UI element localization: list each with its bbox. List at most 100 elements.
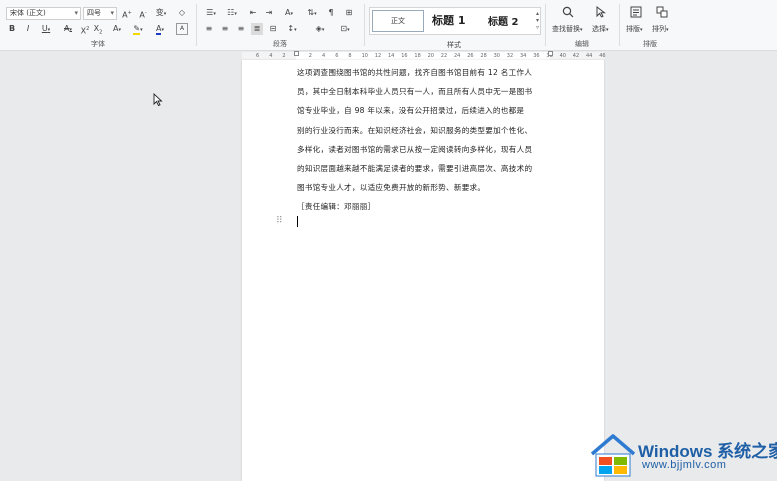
edit-group: 查找替换▾ 选择▾ 编辑	[546, 0, 618, 51]
layout-label: 排版	[626, 25, 640, 33]
styles-scroll-icon[interactable]: ▴ ▾ ▿	[536, 10, 539, 31]
windows-logo-icon	[590, 434, 636, 477]
sort-label: 排列	[652, 25, 666, 33]
superscript-icon[interactable]: X2	[79, 23, 91, 36]
line-spacing-icon[interactable]: ↕▾	[284, 23, 300, 35]
ruler-tick: 42	[572, 53, 580, 59]
mouse-pointer-icon	[153, 92, 163, 109]
ruler-tick: 2	[308, 53, 312, 59]
paragraph-line: 这项调查围绕图书馆的共性问题，找齐自图书馆目前有 12 名工作人	[297, 68, 533, 77]
drag-handle-icon[interactable]: ⠿	[276, 216, 283, 226]
paragraph-line: 馆专业毕业，自 98 年以来，没有公开招录过，后续进入的也都是	[297, 106, 525, 116]
numbered-list-icon[interactable]: ☷▾	[224, 7, 240, 19]
edit-group-label: 编辑	[575, 40, 589, 48]
increase-indent-icon[interactable]: ⇥	[263, 7, 275, 19]
font-size-select[interactable]: 四号 ▾	[83, 7, 117, 20]
ruler-tick: 24	[454, 53, 461, 59]
search-icon[interactable]	[562, 6, 574, 18]
arrange-group: 排版▾ 排列▾ 排版	[620, 0, 680, 51]
underline-icon[interactable]: U▾	[39, 23, 53, 35]
chevron-down-icon: ▾	[110, 9, 114, 17]
find-replace-button[interactable]: 查找替换▾	[552, 24, 583, 34]
chevron-down-icon: ▾	[74, 9, 78, 17]
text-effect-icon[interactable]: A▾	[109, 23, 125, 35]
ruler-tick: 28	[480, 53, 487, 59]
decrease-indent-icon[interactable]: ⇤	[247, 7, 259, 19]
ruler-tick: 34	[520, 53, 527, 59]
ruler-tick: 16	[401, 53, 408, 59]
ruler-tick: 40	[559, 53, 566, 59]
find-replace-label: 查找替换	[552, 25, 580, 33]
font-group-label: 字体	[91, 40, 105, 48]
select-label: 选择	[592, 25, 606, 33]
document-body[interactable]: 这项调查围绕图书馆的共性问题，找齐自图书馆目前有 12 名工作人 员，其中全日制…	[297, 63, 552, 217]
divider	[364, 4, 365, 46]
ruler-tick: 4	[322, 53, 326, 59]
style-normal[interactable]: 正文	[372, 10, 424, 32]
ruler-tick: 6	[256, 53, 260, 59]
font-color-icon[interactable]: A▾	[152, 23, 168, 35]
ruler-tick: 18	[414, 53, 421, 59]
clear-format-icon[interactable]: ◇	[176, 7, 188, 19]
paragraph-line: 多样化，读者对图书馆的需求已从按一定阅读转向多样化，现有人员	[297, 144, 533, 154]
border-icon[interactable]: ⊡▾	[337, 23, 353, 35]
ruler-tick: 26	[467, 53, 474, 59]
paragraph-line: 图书馆专业人才，以适应免费开放的新形势、新要求。	[297, 183, 486, 193]
paragraph-line: 的知识层面越来越不能满足读者的要求，需要引进高层次、高技术的	[297, 163, 533, 173]
ruler-tick: 32	[506, 53, 514, 59]
styles-gallery[interactable]: 正文 标题 1 标题 2 ▴ ▾ ▿	[369, 7, 541, 35]
justify-icon[interactable]: ≣	[251, 23, 263, 35]
styles-group-label: 样式	[447, 41, 461, 49]
left-indent-marker[interactable]	[294, 51, 299, 56]
align-right-icon[interactable]: ≡	[235, 23, 247, 35]
italic-icon[interactable]: I	[23, 23, 33, 35]
subscript-icon[interactable]: X2	[92, 23, 104, 36]
bullet-list-icon[interactable]: ☰▾	[203, 7, 219, 19]
font-size-value: 四号	[87, 9, 101, 17]
ribbon: 宋体 (正文) ▾ 四号 ▾ A+ A- 变▾ ◇ B I U▾ A▾ X2 X…	[0, 0, 777, 51]
text-direction-icon[interactable]: A▾	[281, 7, 297, 19]
bold-icon[interactable]: B	[7, 23, 17, 35]
ruler-tick: 2	[282, 53, 286, 59]
right-indent-marker[interactable]	[548, 51, 553, 56]
layout-icon[interactable]	[630, 6, 642, 18]
table-icon[interactable]: ⊞	[343, 7, 355, 19]
highlight-icon[interactable]: ✎▾	[130, 23, 146, 35]
sort-icon[interactable]: ⇅▾	[305, 7, 319, 19]
editor-note: ［责任编辑：邓丽丽］	[297, 202, 376, 212]
watermark: Windows 系统之家 www.bjjmlv.com	[586, 430, 777, 481]
ruler-tick: 4	[269, 53, 273, 59]
ruler-tick: 22	[440, 53, 448, 59]
shrink-font-icon[interactable]: A-	[137, 7, 149, 20]
ruler-tick: 6	[335, 53, 339, 59]
ruler-tick: 20	[427, 53, 434, 59]
font-name-value: 宋体 (正文)	[10, 9, 46, 17]
font-name-select[interactable]: 宋体 (正文) ▾	[6, 7, 81, 20]
align-left-icon[interactable]: ≡	[203, 23, 215, 35]
ruler-tick: 46	[599, 53, 606, 59]
style-heading-1[interactable]: 标题 1	[432, 12, 465, 28]
arrange-icon[interactable]	[656, 6, 668, 18]
style-heading-2[interactable]: 标题 2	[488, 13, 518, 28]
paragraph-line: 员，其中全日制本科毕业人员只有一人，而且所有人员中无一是图书	[297, 87, 533, 97]
align-center-icon[interactable]: ≡	[219, 23, 231, 35]
watermark-url: www.bjjmlv.com	[642, 459, 727, 471]
phonetic-guide-icon[interactable]: 变▾	[153, 7, 169, 19]
layout-button[interactable]: 排版▾	[626, 24, 643, 34]
sort-button[interactable]: 排列▾	[652, 24, 669, 34]
paragraph-group: ☰▾ ☷▾ ⇤ ⇥ A▾ ⇅▾ ¶ ⊞ ≡ ≡ ≡ ≣ ⊟ ↕▾ ◈▾ ⊡▾ 段…	[197, 0, 363, 51]
shading-icon[interactable]: ◈▾	[312, 23, 328, 35]
char-border-icon[interactable]: A	[176, 23, 188, 35]
show-marks-icon[interactable]: ¶	[325, 7, 337, 19]
select-cursor-icon[interactable]	[595, 6, 607, 18]
ruler-tick: 44	[586, 53, 593, 59]
ruler-tick: 30	[493, 53, 500, 59]
distributed-icon[interactable]: ⊟	[267, 23, 279, 35]
ruler-tick: 36	[533, 53, 540, 59]
grow-font-icon[interactable]: A+	[121, 7, 133, 20]
select-button[interactable]: 选择▾	[592, 24, 609, 34]
strikethrough-icon[interactable]: A▾	[61, 23, 75, 35]
text-cursor	[297, 216, 298, 227]
paragraph-line: 别的行业没行而来。在知识经济社会，知识服务的类型要加个性化、	[297, 125, 533, 135]
font-group: 宋体 (正文) ▾ 四号 ▾ A+ A- 变▾ ◇ B I U▾ A▾ X2 X…	[0, 0, 196, 51]
